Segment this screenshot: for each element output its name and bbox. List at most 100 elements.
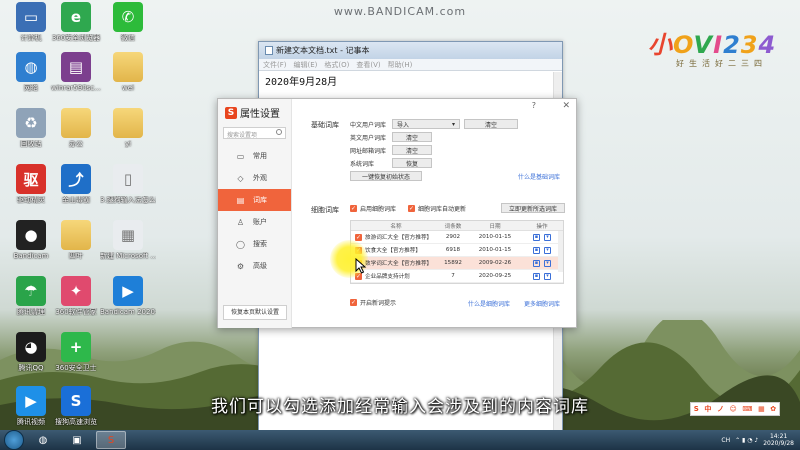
taskbar-app[interactable]: ◍ [28,431,58,449]
desktop-icon[interactable]: ▦ 新建 Microsoft ... [100,220,156,260]
nav-item[interactable]: ▭ 常用 [218,145,291,167]
notepad-text-area[interactable]: 2020年9月28月 [259,71,562,90]
brand-slogan: 好生活好二三四 [676,59,767,68]
basic-row-url-email: 网址邮箱词库 清空 [350,145,432,155]
clear-cn-user-button[interactable]: 清空 [464,119,518,129]
more-cell-link[interactable]: 更多细胞词库 [524,299,560,308]
desktop-icon[interactable]: ▯ 3.搜狗输入法怎么设置.txt [100,164,156,204]
nav-item[interactable]: ◯ 搜索 [218,233,291,255]
menu-file[interactable]: 文件(F) [263,60,287,70]
ime-tool-icon[interactable]: ✿ [770,405,776,413]
video-subtitle: 我们可以勾选添加经常输入会涉及到的内容词库 [211,397,589,417]
ime-tool-icon[interactable]: S [694,405,699,413]
settings-search-input[interactable]: 搜索设置项 [223,127,286,139]
ime-tool-icon[interactable]: ⌨ [742,405,752,413]
delete-icon[interactable]: ▾ [544,246,551,254]
notepad-titlebar[interactable]: 新建文本文档.txt - 记事本 [259,42,562,59]
desktop-icon[interactable]: 四叶 [48,220,104,260]
row-actions: ▪ ▾ [521,246,563,254]
table-scrollbar[interactable] [558,231,563,272]
desktop: www.BANDICAM.com ▭ 计算机 e 360安全浏览器 ✆ 微信 ◍ 网络 ▤ win… [0,0,800,430]
video-file-icon: ▶ [113,276,143,306]
desktop-icon[interactable]: e 360安全浏览器 [48,2,104,42]
desktop-icon-label: 搜狗高速浏览 [55,418,97,426]
menu-help[interactable]: 帮助(H) [388,60,413,70]
ime-tool-icon[interactable]: ▦ [758,405,765,413]
auto-update-checkbox[interactable]: ✓ 细胞词库自动更新 [408,204,466,213]
language-indicator[interactable]: CH [721,437,730,444]
nav-item-label: 搜索 [253,240,267,248]
start-button[interactable] [4,430,24,450]
driver-genius-icon: 驱 [16,164,46,194]
row-label: 英文用户词库 [350,134,387,142]
ime-tool-icon[interactable]: 中 [704,404,711,414]
new-word-tip-checkbox[interactable]: ✓ 开启新词提示 [350,298,396,307]
ime-tool-icon[interactable]: ノ [717,404,724,414]
col-actions: 操作 [536,223,548,230]
clear-en-user-button[interactable]: 清空 [392,132,432,142]
computer-icon: ▭ [16,2,46,32]
desktop-icon[interactable]: wei [100,52,156,92]
what-is-cell-link[interactable]: 什么是细胞词库 [468,299,510,308]
desktop-icon-label: 四叶 [69,252,83,260]
delete-icon[interactable]: ▾ [544,233,551,241]
table-row[interactable]: ✓ 企业品牌支持计划 7 2020-09-25 ▪ ▾ [351,270,563,283]
desktop-icon-label: wei [122,84,134,92]
desktop-icon-label: yi [124,140,132,148]
menu-format[interactable]: 格式(O) [324,60,349,70]
edit-icon[interactable]: ▪ [533,259,540,267]
desktop-icon[interactable]: ⤴ 金山毒霸 [48,164,104,204]
taskbar-app[interactable]: S [96,431,126,449]
row-date: 2010-01-15 [478,234,512,240]
edit-icon[interactable]: ▪ [533,246,540,254]
close-icon[interactable]: ✕ [562,101,570,111]
cell-dictionary-label: 细胞词库 [311,206,339,214]
nav-item[interactable]: ⚙ 高级 [218,255,291,277]
ime-tool-icon[interactable]: ☺ [730,405,737,413]
desktop-icon-label: 3.搜狗输入法怎么设置.txt [100,196,156,204]
enable-cell-checkbox[interactable]: ✓ 启用细胞词库 [350,204,396,213]
checkbox-checked-icon: ✓ [408,205,415,212]
desktop-icon[interactable]: ✦ 360软件管家 [48,276,104,316]
row-checkbox[interactable]: ✓ [355,233,362,241]
clock[interactable]: 14:21 2020/9/28 [763,433,794,447]
table-row[interactable]: ✓ 旅游词汇大全【官方推荐】 2902 2010-01-15 ▪ ▾ [351,231,563,244]
desktop-icon[interactable]: +360安全卫士 [48,332,104,372]
nav-item[interactable]: ▤ 词库 [218,189,291,211]
what-is-basic-link[interactable]: 什么是基础词库 [518,172,560,181]
reset-defaults-button[interactable]: 恢复本页默认设置 [223,305,287,320]
ime-toolbar[interactable]: S 中ノ ☺ ⌨ ▦ ✿ [690,402,780,416]
desktop-icon[interactable]: ▤ winrar590sc... [48,52,104,92]
desktop-icon[interactable]: ✆ 微信 [100,2,156,42]
update-selected-button[interactable]: 立即更新所选词库 [501,203,565,213]
help-icon[interactable]: ? [532,101,536,110]
import-dropdown[interactable]: 导入 ▾ [392,119,460,129]
monitor-icon: ▭ [236,151,245,161]
nav-item[interactable]: ◇ 外观 [218,167,291,189]
restore-system-button[interactable]: 恢复 [392,158,432,168]
restore-all-button[interactable]: 一键恢复初始状态 [350,171,422,181]
taskbar-app[interactable]: ▣ [62,431,92,449]
delete-icon[interactable]: ▾ [544,272,551,280]
desktop-icon-label: 360安全卫士 [55,364,97,372]
table-row[interactable]: ✓饮食大全【官方推荐】69182010-01-15▪▾ [351,244,563,257]
desktop-icon[interactable]: ▶ Bandicam 2020-09-2... [100,276,156,316]
desktop-icon[interactable]: 办公 [48,108,104,148]
edit-icon[interactable]: ▪ [533,233,540,241]
sogou-input-icon: S [107,434,115,446]
menu-view[interactable]: 查看(V) [356,60,380,70]
clear-url-email-button[interactable]: 清空 [392,145,432,155]
nav-item-label: 账户 [253,218,267,226]
row-count: 15892 [444,260,462,266]
table-row[interactable]: ✓数学词汇大全【官方推荐】158922009-02-26▪▾ [351,257,563,270]
edit-icon[interactable]: ▪ [533,272,540,280]
desktop-icon[interactable]: yi [100,108,156,148]
nav-item[interactable]: ♙ 账户 [218,211,291,233]
delete-icon[interactable]: ▾ [544,259,551,267]
row-name: 企业品牌支持计划 [365,274,410,280]
col-date: 日期 [489,223,501,230]
basic-row-system: 系统词库 恢复 [350,158,432,168]
tray-icons[interactable]: ⌃ ▮ ◔ ♪ [735,437,758,444]
settings-nav: ▭ 常用 ◇ 外观 ▤ 词库 ♙ 账户 ◯ 搜索 ⚙ 高级 [218,145,291,277]
menu-edit[interactable]: 编辑(E) [294,60,318,70]
